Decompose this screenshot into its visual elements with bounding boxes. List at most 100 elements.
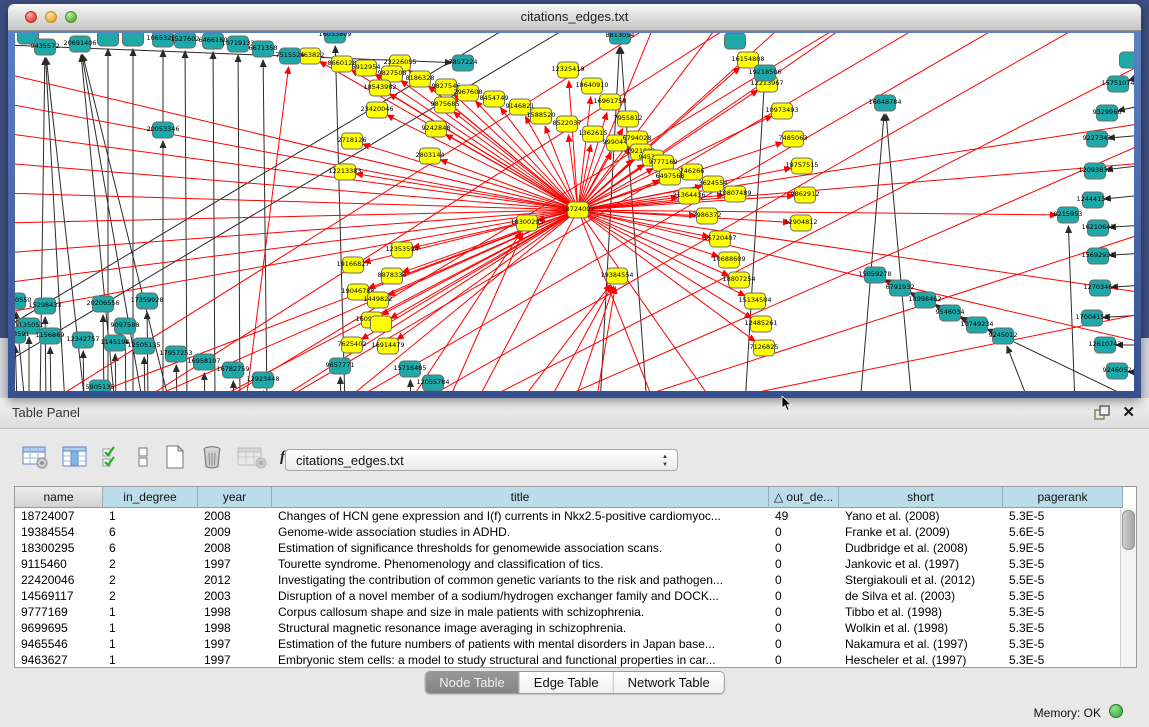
graph-node-t54[interactable]: 17004153 xyxy=(1075,310,1108,326)
graph-node-y21[interactable]: 18640910 xyxy=(575,78,608,94)
table-row[interactable]: 1872400712008Changes of HCN gene express… xyxy=(15,508,1136,524)
cell-name[interactable]: 19384554 xyxy=(15,524,103,540)
graph-node-y43[interactable]: 8878334 xyxy=(378,268,407,284)
graph-node-y13[interactable]: 9242848 xyxy=(422,121,451,137)
cell-pagerank[interactable]: 5.3E-5 xyxy=(1003,556,1123,572)
cell-pagerank[interactable]: 5.5E-5 xyxy=(1003,572,1123,588)
cell-out-de-[interactable]: 0 xyxy=(769,556,839,572)
cell-year[interactable]: 1997 xyxy=(198,636,272,652)
table-row[interactable]: 977716911998Corpus callosum shape and si… xyxy=(15,604,1136,620)
graph-node-t12[interactable]: 16033809 xyxy=(318,33,351,43)
cell-name[interactable]: 14569117 xyxy=(15,588,103,604)
graph-node-y38[interactable]: 18807254 xyxy=(722,272,755,288)
cell-title[interactable]: Embryonic stem cells: a model to study s… xyxy=(272,652,769,668)
cell-short[interactable]: Dudbridge et al. (2008) xyxy=(839,540,1003,556)
vertical-scrollbar[interactable] xyxy=(1120,508,1136,667)
table-row[interactable]: 946362711997Embryonic stem cells: a mode… xyxy=(15,652,1136,668)
graph-node-y56[interactable]: 12904812 xyxy=(784,215,817,231)
cell-in-degree[interactable]: 1 xyxy=(103,652,198,668)
graph-node-t46[interactable]: 9329966 xyxy=(1093,105,1122,121)
close-icon[interactable]: ✕ xyxy=(1122,404,1135,422)
cell-pagerank[interactable]: 5.3E-5 xyxy=(1003,604,1123,620)
cell-title[interactable]: Tourette syndrome. Phenomenology and cla… xyxy=(272,556,769,572)
cell-short[interactable]: Tibbo et al. (1998) xyxy=(839,604,1003,620)
column-header-out-de-[interactable]: △ out_de... xyxy=(769,487,839,508)
graph-node-y19[interactable]: 8522037 xyxy=(553,116,582,132)
cell-name[interactable]: 18724007 xyxy=(15,508,103,524)
graph-node-y57[interactable]: 15134504 xyxy=(738,293,771,309)
cell-in-degree[interactable]: 6 xyxy=(103,524,198,540)
cell-pagerank[interactable]: 5.3E-5 xyxy=(1003,588,1123,604)
graph-node-t4[interactable] xyxy=(98,33,119,46)
graph-node-t39[interactable]: 6791932 xyxy=(886,280,915,296)
column-header-title[interactable]: title xyxy=(272,487,769,508)
cell-short[interactable]: de Silva et al. (2003) xyxy=(839,588,1003,604)
graph-node-y16[interactable]: 8454749 xyxy=(480,91,509,107)
graph-node-t41[interactable]: 9546034 xyxy=(936,305,965,321)
cell-in-degree[interactable]: 1 xyxy=(103,508,198,524)
select-all-icon[interactable] xyxy=(101,445,123,469)
graph-node-y3[interactable]: 5912954 xyxy=(352,60,381,76)
graph-node-y53[interactable]: 7485063 xyxy=(779,131,808,147)
graph-node-y22[interactable]: 16961758 xyxy=(593,94,626,110)
graph-node-t23[interactable]: 1156869 xyxy=(36,328,65,344)
unselect-all-icon[interactable] xyxy=(136,445,150,469)
graph-node-t25[interactable]: 1145194 xyxy=(101,335,130,351)
graph-node-y33[interactable]: 10807489 xyxy=(718,186,751,202)
cell-title[interactable]: Estimation of significance thresholds fo… xyxy=(272,540,769,556)
graph-node-t2[interactable]: 9435572 xyxy=(31,39,60,55)
cell-year[interactable]: 2003 xyxy=(198,588,272,604)
graph-node-t44[interactable] xyxy=(1120,52,1135,68)
cell-out-de-[interactable]: 0 xyxy=(769,636,839,652)
graph-node-y47[interactable] xyxy=(371,316,392,332)
table-row[interactable]: 946554611997Estimation of the future num… xyxy=(15,636,1136,652)
graph-node-t52[interactable]: 8215953 xyxy=(1054,207,1083,223)
cell-year[interactable]: 2009 xyxy=(198,524,272,540)
cell-short[interactable]: Stergiakouli et al. (2012) xyxy=(839,572,1003,588)
cell-pagerank[interactable]: 5.3E-5 xyxy=(1003,508,1123,524)
graph-node-y59[interactable]: 7126825 xyxy=(750,340,779,356)
cell-year[interactable]: 1998 xyxy=(198,604,272,620)
table-row[interactable]: 1938455462009Genome-wide association stu… xyxy=(15,524,1136,540)
cell-short[interactable]: Franke et al. (2009) xyxy=(839,524,1003,540)
network-canvas[interactable]: 1872400774638228660128591295423226055982… xyxy=(15,33,1134,391)
graph-node-t7[interactable]: 1527602 xyxy=(171,33,200,48)
graph-node-y54[interactable]: 18757515 xyxy=(785,158,818,174)
cell-short[interactable]: Hescheler et al. (1997) xyxy=(839,652,1003,668)
graph-node-y36[interactable]: 15720407 xyxy=(703,231,736,247)
cell-year[interactable]: 2008 xyxy=(198,508,272,524)
graph-node-y6[interactable]: 8186328 xyxy=(406,71,435,87)
cell-in-degree[interactable]: 2 xyxy=(103,556,198,572)
zoom-window-icon[interactable] xyxy=(65,11,77,23)
table-row[interactable]: 2242004622012Investigating the contribut… xyxy=(15,572,1136,588)
graph-node-t18[interactable]: 20053346 xyxy=(146,122,179,138)
close-window-icon[interactable] xyxy=(25,11,37,23)
cell-in-degree[interactable]: 2 xyxy=(103,588,198,604)
graph-node-y23[interactable]: 7955812 xyxy=(614,111,643,127)
tab-network-table[interactable]: Network Table xyxy=(614,672,724,693)
cell-name[interactable]: 9465546 xyxy=(15,636,103,652)
graph-node-t10[interactable]: 6671358 xyxy=(249,41,278,57)
graph-node-t33[interactable]: 12923448 xyxy=(246,372,279,388)
graph-node-t11[interactable]: 7515526 xyxy=(276,48,305,64)
graph-node-t3[interactable]: 20691406 xyxy=(63,36,96,52)
window-titlebar[interactable]: citations_edges.txt xyxy=(8,4,1141,31)
cell-name[interactable]: 9463627 xyxy=(15,652,103,668)
column-header-name[interactable]: name xyxy=(15,487,103,508)
cell-out-de-[interactable]: 0 xyxy=(769,604,839,620)
citation-network-graph[interactable]: 1872400774638228660128591295423226055982… xyxy=(15,33,1134,391)
graph-node-t24[interactable]: 12342757 xyxy=(66,332,99,348)
graph-node-t14[interactable]: 8813054 xyxy=(606,33,635,44)
cell-year[interactable]: 2008 xyxy=(198,540,272,556)
graph-node-t55[interactable]: 12610743 xyxy=(1088,337,1121,353)
graph-node-y45[interactable]: 1449822 xyxy=(364,292,393,308)
graph-node-y55[interactable]: 9862912 xyxy=(791,187,820,203)
cell-title[interactable]: Disruption of a novel member of a sodium… xyxy=(272,588,769,604)
graph-node-t35[interactable]: 9657771 xyxy=(326,358,355,374)
cell-out-de-[interactable]: 0 xyxy=(769,572,839,588)
cell-name[interactable]: 18300295 xyxy=(15,540,103,556)
graph-node-y37[interactable]: 10688609 xyxy=(712,252,745,268)
float-window-icon[interactable] xyxy=(1094,405,1110,421)
cell-name[interactable]: 22420046 xyxy=(15,572,103,588)
graph-node-t50[interactable]: 16210643 xyxy=(1081,220,1114,236)
